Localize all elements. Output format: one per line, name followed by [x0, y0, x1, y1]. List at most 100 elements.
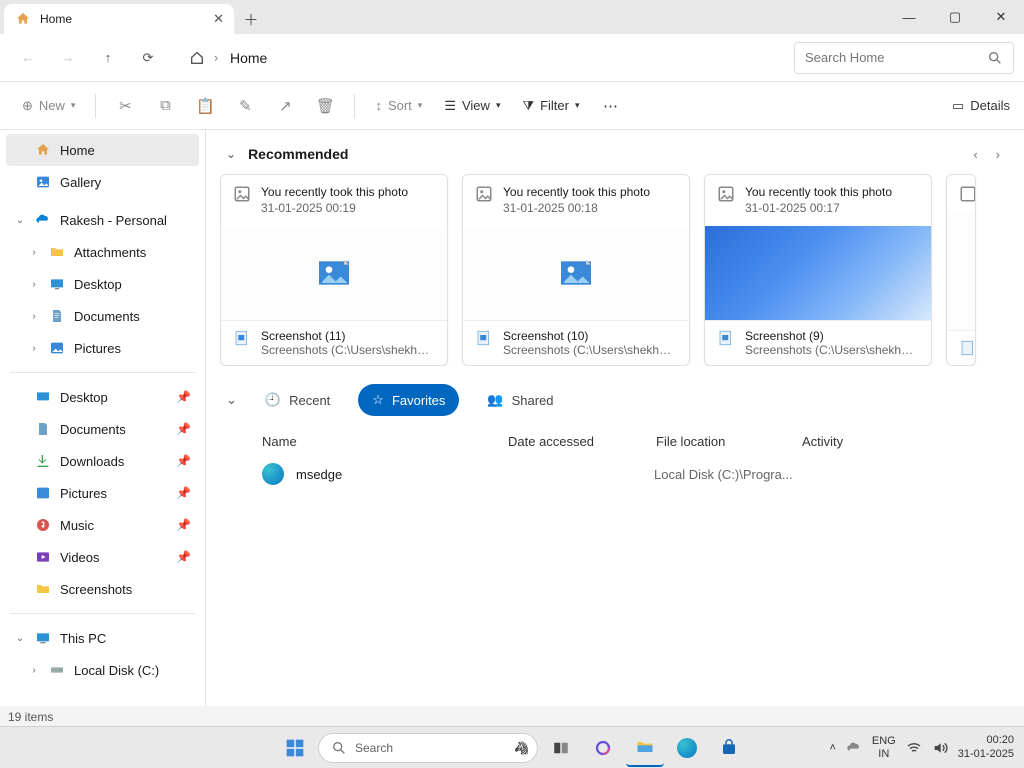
thispc-icon	[34, 629, 52, 647]
onedrive-tray-icon[interactable]	[846, 740, 862, 756]
language-indicator[interactable]: ENG IN	[872, 735, 896, 759]
store-button[interactable]	[710, 729, 748, 767]
recommended-card-peek[interactable]	[946, 174, 976, 366]
sidebar-quick-documents[interactable]: Documents📌	[6, 413, 199, 445]
pin-icon[interactable]: 📌	[176, 390, 191, 404]
tab-close-icon[interactable]: ✕	[213, 11, 224, 27]
divider	[95, 94, 96, 118]
breadcrumb-chevron-icon[interactable]: ›	[210, 50, 222, 65]
chevron-right-icon[interactable]: ›	[28, 311, 40, 322]
minimize-button[interactable]: —	[886, 0, 932, 34]
pictures-icon	[34, 484, 52, 502]
sidebar-quick-music[interactable]: Music📌	[6, 509, 199, 541]
details-button[interactable]: ▭ Details	[952, 98, 1010, 114]
search-placeholder: Search Home	[805, 50, 884, 65]
table-row[interactable]: msedge Local Disk (C:)\Progra...	[220, 457, 1024, 491]
maximize-button[interactable]: ▢	[932, 0, 978, 34]
sidebar-item-home[interactable]: Home	[6, 134, 199, 166]
sidebar-item-pictures[interactable]: › Pictures	[6, 332, 199, 364]
recommended-card[interactable]: You recently took this photo31-01-2025 0…	[220, 174, 448, 366]
delete-button[interactable]: 🗑	[308, 89, 342, 123]
view-button[interactable]: ☰ View ▾	[436, 89, 508, 123]
sidebar-item-documents[interactable]: › Documents	[6, 300, 199, 332]
filter-button[interactable]: ⧩ Filter ▾	[514, 89, 587, 123]
sidebar-item-desktop[interactable]: › Desktop	[6, 268, 199, 300]
sidebar-item-localdisk[interactable]: › Local Disk (C:)	[6, 654, 199, 686]
new-button[interactable]: ⊕ New ▾	[14, 89, 83, 123]
title-bar: Home ✕ ＋ — ▢ ✕	[0, 0, 1024, 34]
forward-button[interactable]: →	[50, 40, 86, 76]
chevron-down-icon[interactable]: ⌄	[14, 215, 26, 226]
col-date[interactable]: Date accessed	[508, 434, 656, 449]
chevron-right-icon[interactable]: ›	[28, 343, 40, 354]
copilot-button[interactable]	[584, 729, 622, 767]
desktop-icon	[34, 388, 52, 406]
pill-favorites[interactable]: ☆ Favorites	[358, 384, 459, 416]
pill-shared[interactable]: 👥 Shared	[473, 384, 567, 416]
sidebar-quick-downloads[interactable]: Downloads📌	[6, 445, 199, 477]
sidebar-quick-pictures[interactable]: Pictures📌	[6, 477, 199, 509]
pin-icon[interactable]: 📌	[176, 518, 191, 532]
clock[interactable]: 00:20 31-01-2025	[958, 734, 1014, 760]
recommended-card[interactable]: You recently took this photo31-01-2025 0…	[704, 174, 932, 366]
cut-button[interactable]: ✂	[108, 89, 142, 123]
new-tab-button[interactable]: ＋	[234, 4, 268, 34]
chevron-down-icon[interactable]: ⌄	[14, 633, 26, 644]
tab-home[interactable]: Home ✕	[4, 4, 234, 34]
photo-icon	[233, 185, 251, 216]
taskbar-search[interactable]: Search 🦓	[318, 733, 538, 763]
start-button[interactable]	[276, 729, 314, 767]
pin-icon[interactable]: 📌	[176, 454, 191, 468]
chevron-right-icon[interactable]: ›	[28, 665, 40, 676]
col-name[interactable]: Name	[262, 434, 508, 449]
col-activity[interactable]: Activity	[802, 434, 1024, 449]
collapse-toggle[interactable]: ⌄	[226, 392, 237, 408]
copy-button[interactable]: ⧉	[148, 89, 182, 123]
back-button[interactable]: ←	[10, 40, 46, 76]
scroll-right-button[interactable]: ›	[996, 147, 1000, 162]
paste-button[interactable]: 📋	[188, 89, 222, 123]
task-view-button[interactable]	[542, 729, 580, 767]
scroll-left-button[interactable]: ‹	[973, 147, 977, 162]
onedrive-icon	[34, 211, 52, 229]
pin-icon[interactable]: 📌	[176, 550, 191, 564]
explorer-button[interactable]	[626, 729, 664, 767]
recommended-card[interactable]: You recently took this photo31-01-2025 0…	[462, 174, 690, 366]
volume-icon[interactable]	[932, 740, 948, 756]
chevron-down-icon: ▾	[575, 100, 580, 111]
sidebar-quick-screenshots[interactable]: Screenshots	[6, 573, 199, 605]
sidebar-item-onedrive[interactable]: ⌄ Rakesh - Personal	[6, 204, 199, 236]
sidebar-item-thispc[interactable]: ⌄ This PC	[6, 622, 199, 654]
sort-icon: ↕	[375, 98, 382, 113]
collapse-toggle[interactable]: ⌄	[226, 147, 236, 161]
sort-button[interactable]: ↕ Sort ▾	[367, 89, 430, 123]
search-input[interactable]: Search Home	[794, 42, 1014, 74]
chevron-down-icon: ▾	[71, 100, 76, 111]
photo-icon	[717, 185, 735, 216]
up-button[interactable]: ↑	[90, 40, 126, 76]
sidebar-item-attachments[interactable]: › Attachments	[6, 236, 199, 268]
more-button[interactable]: ⋯	[594, 89, 628, 123]
chevron-right-icon[interactable]: ›	[28, 247, 40, 258]
edge-button[interactable]	[668, 729, 706, 767]
home-icon	[14, 10, 32, 28]
pill-recent[interactable]: 🕘 Recent	[251, 384, 344, 416]
sidebar-item-gallery[interactable]: Gallery	[6, 166, 199, 198]
tray-chevron-icon[interactable]: ˄	[829, 742, 835, 754]
pin-icon[interactable]: 📌	[176, 422, 191, 436]
command-bar: ⊕ New ▾ ✂ ⧉ 📋 ✎ ↗ 🗑 ↕ Sort ▾ ☰ View ▾ ⧩ …	[0, 82, 1024, 130]
documents-icon	[34, 420, 52, 438]
photo-icon	[475, 185, 493, 216]
address-home-icon[interactable]	[188, 49, 206, 67]
sidebar-quick-desktop[interactable]: Desktop📌	[6, 381, 199, 413]
share-button[interactable]: ↗	[268, 89, 302, 123]
refresh-button[interactable]: ⟳	[130, 40, 166, 76]
pin-icon[interactable]: 📌	[176, 486, 191, 500]
col-location[interactable]: File location	[656, 434, 802, 449]
chevron-right-icon[interactable]: ›	[28, 279, 40, 290]
sidebar-quick-videos[interactable]: Videos📌	[6, 541, 199, 573]
close-window-button[interactable]: ✕	[978, 0, 1024, 34]
rename-button[interactable]: ✎	[228, 89, 262, 123]
wifi-icon[interactable]	[906, 740, 922, 756]
address-label[interactable]: Home	[230, 50, 267, 66]
